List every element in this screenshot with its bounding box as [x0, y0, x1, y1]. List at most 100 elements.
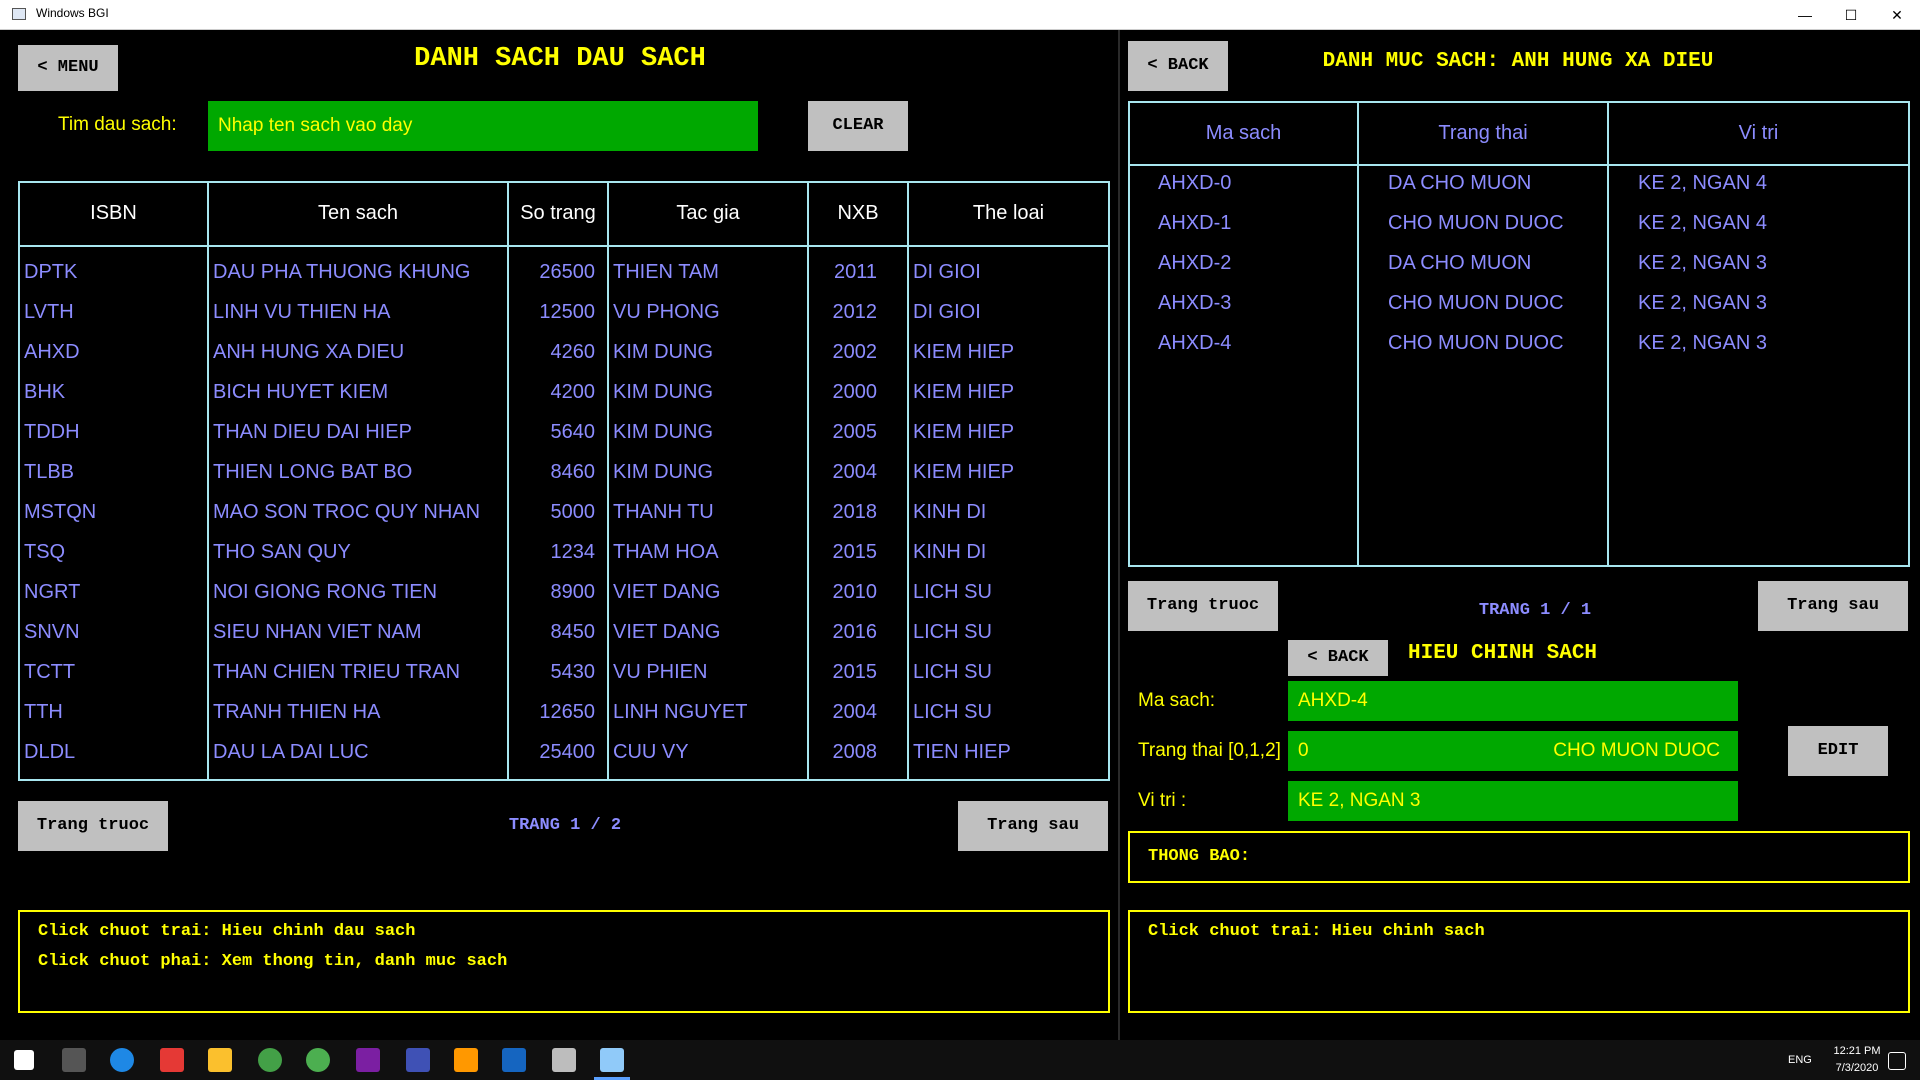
table-cell[interactable]: NOI GIONG RONG TIEN: [213, 581, 503, 604]
table-cell[interactable]: NGRT: [24, 581, 204, 604]
clear-button[interactable]: CLEAR: [808, 101, 908, 151]
prev-page-button[interactable]: Trang truoc: [1128, 581, 1278, 631]
table-cell[interactable]: 2015: [809, 661, 878, 684]
table-cell[interactable]: KE 2, NGAN 4: [1638, 212, 1767, 235]
windows-start-icon[interactable]: [14, 1050, 34, 1070]
clock-date[interactable]: 7/3/2020: [1832, 1062, 1882, 1074]
ide-icon[interactable]: [356, 1048, 380, 1072]
table-cell[interactable]: KE 2, NGAN 3: [1638, 252, 1767, 275]
table-cell[interactable]: MAO SON TROC QUY NHAN: [213, 501, 503, 524]
table-cell[interactable]: AHXD-3: [1158, 292, 1231, 315]
table-cell[interactable]: LINH NGUYET: [613, 701, 803, 724]
table-cell[interactable]: 2011: [809, 261, 877, 284]
ma-sach-field[interactable]: AHXD-4: [1288, 681, 1738, 721]
table-cell[interactable]: KE 2, NGAN 3: [1638, 292, 1767, 315]
table-cell[interactable]: TCTT: [24, 661, 204, 684]
table-cell[interactable]: 25400: [509, 741, 595, 764]
table-cell[interactable]: KIM DUNG: [613, 461, 803, 484]
table-cell[interactable]: 12650: [509, 701, 595, 724]
table-cell[interactable]: THAN CHIEN TRIEU TRAN: [213, 661, 503, 684]
table-cell[interactable]: TIEN HIEP: [913, 741, 1103, 764]
table-cell[interactable]: 2012: [809, 301, 878, 324]
table-cell[interactable]: KIM DUNG: [613, 381, 803, 404]
table-cell[interactable]: THAN DIEU DAI HIEP: [213, 421, 503, 444]
table-cell[interactable]: CHO MUON DUOC: [1388, 212, 1564, 235]
table-cell[interactable]: THO SAN QUY: [213, 541, 503, 564]
close-button[interactable]: ✕: [1874, 0, 1920, 30]
table-cell[interactable]: CHO MUON DUOC: [1388, 292, 1564, 315]
table-cell[interactable]: THIEN LONG BAT BO: [213, 461, 503, 484]
table-cell[interactable]: 2000: [809, 381, 878, 404]
trang-thai-field[interactable]: 0 CHO MUON DUOC: [1288, 731, 1738, 771]
table-cell[interactable]: LINH VU THIEN HA: [213, 301, 503, 324]
bgi-window-icon[interactable]: [600, 1048, 624, 1072]
table-cell[interactable]: 2010: [809, 581, 878, 604]
table-cell[interactable]: KIM DUNG: [613, 341, 803, 364]
table-cell[interactable]: 5000: [509, 501, 596, 524]
table-cell[interactable]: LICH SU: [913, 701, 1103, 724]
clock-time[interactable]: 12:21 PM: [1832, 1045, 1882, 1057]
table-cell[interactable]: SNVN: [24, 621, 204, 644]
table-cell[interactable]: VIET DANG: [613, 581, 803, 604]
table-cell[interactable]: 2002: [809, 341, 878, 364]
table-cell[interactable]: 1234: [509, 541, 596, 564]
menu-button[interactable]: < MENU: [18, 45, 118, 91]
next-page-button[interactable]: Trang sau: [958, 801, 1108, 851]
task-view-icon[interactable]: [62, 1048, 86, 1072]
table-cell[interactable]: 2015: [809, 541, 878, 564]
table-cell[interactable]: BICH HUYET KIEM: [213, 381, 503, 404]
table-cell[interactable]: KIEM HIEP: [913, 381, 1103, 404]
table-cell[interactable]: CUU VY: [613, 741, 803, 764]
table-cell[interactable]: KE 2, NGAN 3: [1638, 332, 1767, 355]
chrome-icon[interactable]: [306, 1048, 330, 1072]
store-icon[interactable]: [160, 1048, 184, 1072]
maximize-button[interactable]: ☐: [1828, 0, 1874, 30]
table-cell[interactable]: DA CHO MUON: [1388, 172, 1531, 195]
table-cell[interactable]: 8460: [509, 461, 596, 484]
table-cell[interactable]: TLBB: [24, 461, 204, 484]
table-cell[interactable]: DAU LA DAI LUC: [213, 741, 503, 764]
table-cell[interactable]: TSQ: [24, 541, 204, 564]
table-cell[interactable]: LICH SU: [913, 661, 1103, 684]
table-cell[interactable]: 8450: [509, 621, 596, 644]
table-cell[interactable]: 12500: [509, 301, 595, 324]
table-cell[interactable]: DAU PHA THUONG KHUNG: [213, 261, 503, 284]
table-cell[interactable]: TTH: [24, 701, 204, 724]
table-cell[interactable]: AHXD-2: [1158, 252, 1231, 275]
table-cell[interactable]: DPTK: [24, 261, 204, 284]
table-cell[interactable]: KINH DI: [913, 541, 1103, 564]
table-cell[interactable]: 4260: [509, 341, 596, 364]
table-cell[interactable]: LICH SU: [913, 581, 1103, 604]
table-cell[interactable]: DLDL: [24, 741, 204, 764]
table-cell[interactable]: 2005: [809, 421, 878, 444]
edit-button[interactable]: EDIT: [1788, 726, 1888, 776]
table-cell[interactable]: LICH SU: [913, 621, 1103, 644]
table-cell[interactable]: KE 2, NGAN 4: [1638, 172, 1767, 195]
language-indicator[interactable]: ENG: [1788, 1054, 1812, 1066]
table-cell[interactable]: 5640: [509, 421, 596, 444]
file-explorer-icon[interactable]: [208, 1048, 232, 1072]
table-cell[interactable]: TDDH: [24, 421, 204, 444]
table-cell[interactable]: 2008: [809, 741, 878, 764]
table-cell[interactable]: LVTH: [24, 301, 204, 324]
table-cell[interactable]: VU PHONG: [613, 301, 803, 324]
table-cell[interactable]: KIEM HIEP: [913, 421, 1103, 444]
notification-icon[interactable]: [1888, 1052, 1906, 1070]
table-cell[interactable]: DI GIOI: [913, 261, 1103, 284]
vi-tri-field[interactable]: KE 2, NGAN 3: [1288, 781, 1738, 821]
table-cell[interactable]: CHO MUON DUOC: [1388, 332, 1564, 355]
table-cell[interactable]: KIEM HIEP: [913, 341, 1103, 364]
table-cell[interactable]: 2018: [809, 501, 878, 524]
table-cell[interactable]: THAM HOA: [613, 541, 803, 564]
next-page-button[interactable]: Trang sau: [1758, 581, 1908, 631]
table-cell[interactable]: KINH DI: [913, 501, 1103, 524]
table-cell[interactable]: VIET DANG: [613, 621, 803, 644]
table-cell[interactable]: AHXD: [24, 341, 204, 364]
table-cell[interactable]: 2016: [809, 621, 878, 644]
table-cell[interactable]: BHK: [24, 381, 204, 404]
word-icon[interactable]: [502, 1048, 526, 1072]
search-input[interactable]: Nhap ten sach vao day: [208, 101, 758, 151]
edge-icon[interactable]: [110, 1048, 134, 1072]
table-cell[interactable]: 4200: [509, 381, 596, 404]
table-cell[interactable]: 5430: [509, 661, 596, 684]
